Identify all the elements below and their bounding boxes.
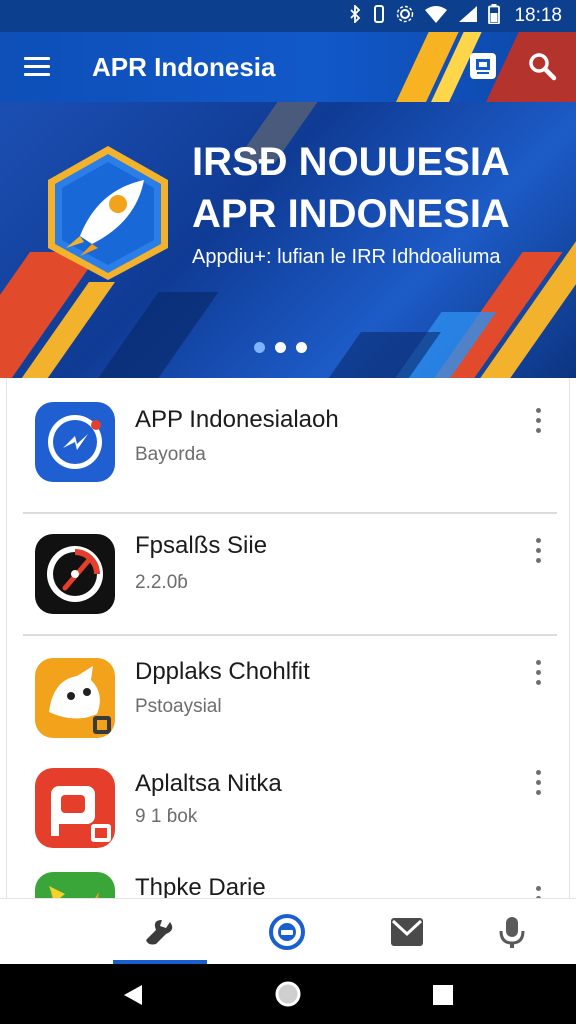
bluetooth-icon — [348, 3, 362, 27]
list-item[interactable]: Dpplaks Chohlfit Pstoaysial — [7, 634, 571, 758]
menu-icon[interactable] — [24, 57, 50, 77]
microphone-icon[interactable] — [447, 899, 576, 965]
home-icon[interactable] — [274, 980, 302, 1013]
promo-banner[interactable]: IRSÐ NOUUESIA APR INDONESIA Appdiu+: luf… — [0, 102, 576, 378]
chat-bubble-icon[interactable] — [207, 899, 367, 965]
list-item[interactable]: APP Indonesialaoh Bayorda — [7, 378, 571, 502]
messenger-bolt-icon — [35, 402, 115, 482]
more-options-icon[interactable] — [527, 886, 549, 898]
status-bar: 18:18 — [0, 0, 576, 32]
rocket-logo-icon — [40, 144, 176, 280]
mail-icon[interactable] — [367, 899, 447, 965]
wifi-icon — [424, 5, 448, 27]
list-item[interactable]: Fpsalßs Siie 2.2.0ɓ — [7, 510, 571, 634]
app-meta: 9 1 ɓok — [135, 806, 198, 827]
more-options-icon[interactable] — [527, 770, 549, 800]
app-meta: Bayorda — [135, 444, 206, 465]
ghost-cat-icon — [35, 658, 115, 738]
app-bar: APR Indonesia — [0, 32, 576, 102]
carousel-dots — [254, 342, 307, 353]
tools-icon[interactable] — [113, 899, 207, 965]
carousel-dot[interactable] — [254, 342, 265, 353]
app-name: Dpplaks Chohlfit — [135, 658, 310, 685]
banner-subtitle: Appdiu+: lufian le IRR Idhdoaliuma — [192, 246, 501, 268]
system-navigation-bar — [0, 964, 576, 1024]
search-icon[interactable] — [527, 51, 557, 81]
battery-icon — [488, 4, 501, 28]
store-icon[interactable] — [468, 51, 498, 81]
app-name: APP Indonesialaoh — [135, 406, 339, 433]
more-options-icon[interactable] — [527, 408, 549, 438]
app-meta: 2.2.0ɓ — [135, 572, 188, 593]
gauge-needle-icon — [35, 534, 115, 614]
more-options-icon[interactable] — [527, 538, 549, 568]
app-name: Fpsalßs Siie — [135, 532, 268, 559]
more-options-icon[interactable] — [527, 660, 549, 690]
recents-icon[interactable] — [432, 984, 454, 1011]
list-item[interactable]: Aplaltsa Nitka 9 1 ɓok — [7, 744, 571, 868]
carousel-dot[interactable] — [296, 342, 307, 353]
clock: 18:18 — [514, 5, 562, 26]
carousel-dot[interactable] — [275, 342, 286, 353]
signal-icon — [458, 5, 478, 27]
fox-character-icon — [35, 872, 115, 898]
vibrate-icon — [372, 5, 386, 27]
bottom-navigation — [0, 898, 576, 964]
app-meta: Pstoaysial — [135, 696, 222, 717]
list-item[interactable]: Thpke Darie — [7, 852, 571, 898]
back-icon[interactable] — [122, 984, 144, 1011]
banner-title-line-1: IRSÐ NOUUESIA — [192, 140, 510, 184]
app-title: APR Indonesia — [92, 51, 276, 82]
red-play-icon — [35, 768, 115, 848]
settings-icon — [396, 5, 414, 27]
app-name: Aplaltsa Nitka — [135, 770, 282, 797]
app-name: Thpke Darie — [135, 874, 266, 898]
app-list: APP Indonesialaoh Bayorda Fpsalßs Siie 2… — [0, 378, 576, 898]
banner-title-line-2: APR INDONESIA — [192, 192, 510, 236]
